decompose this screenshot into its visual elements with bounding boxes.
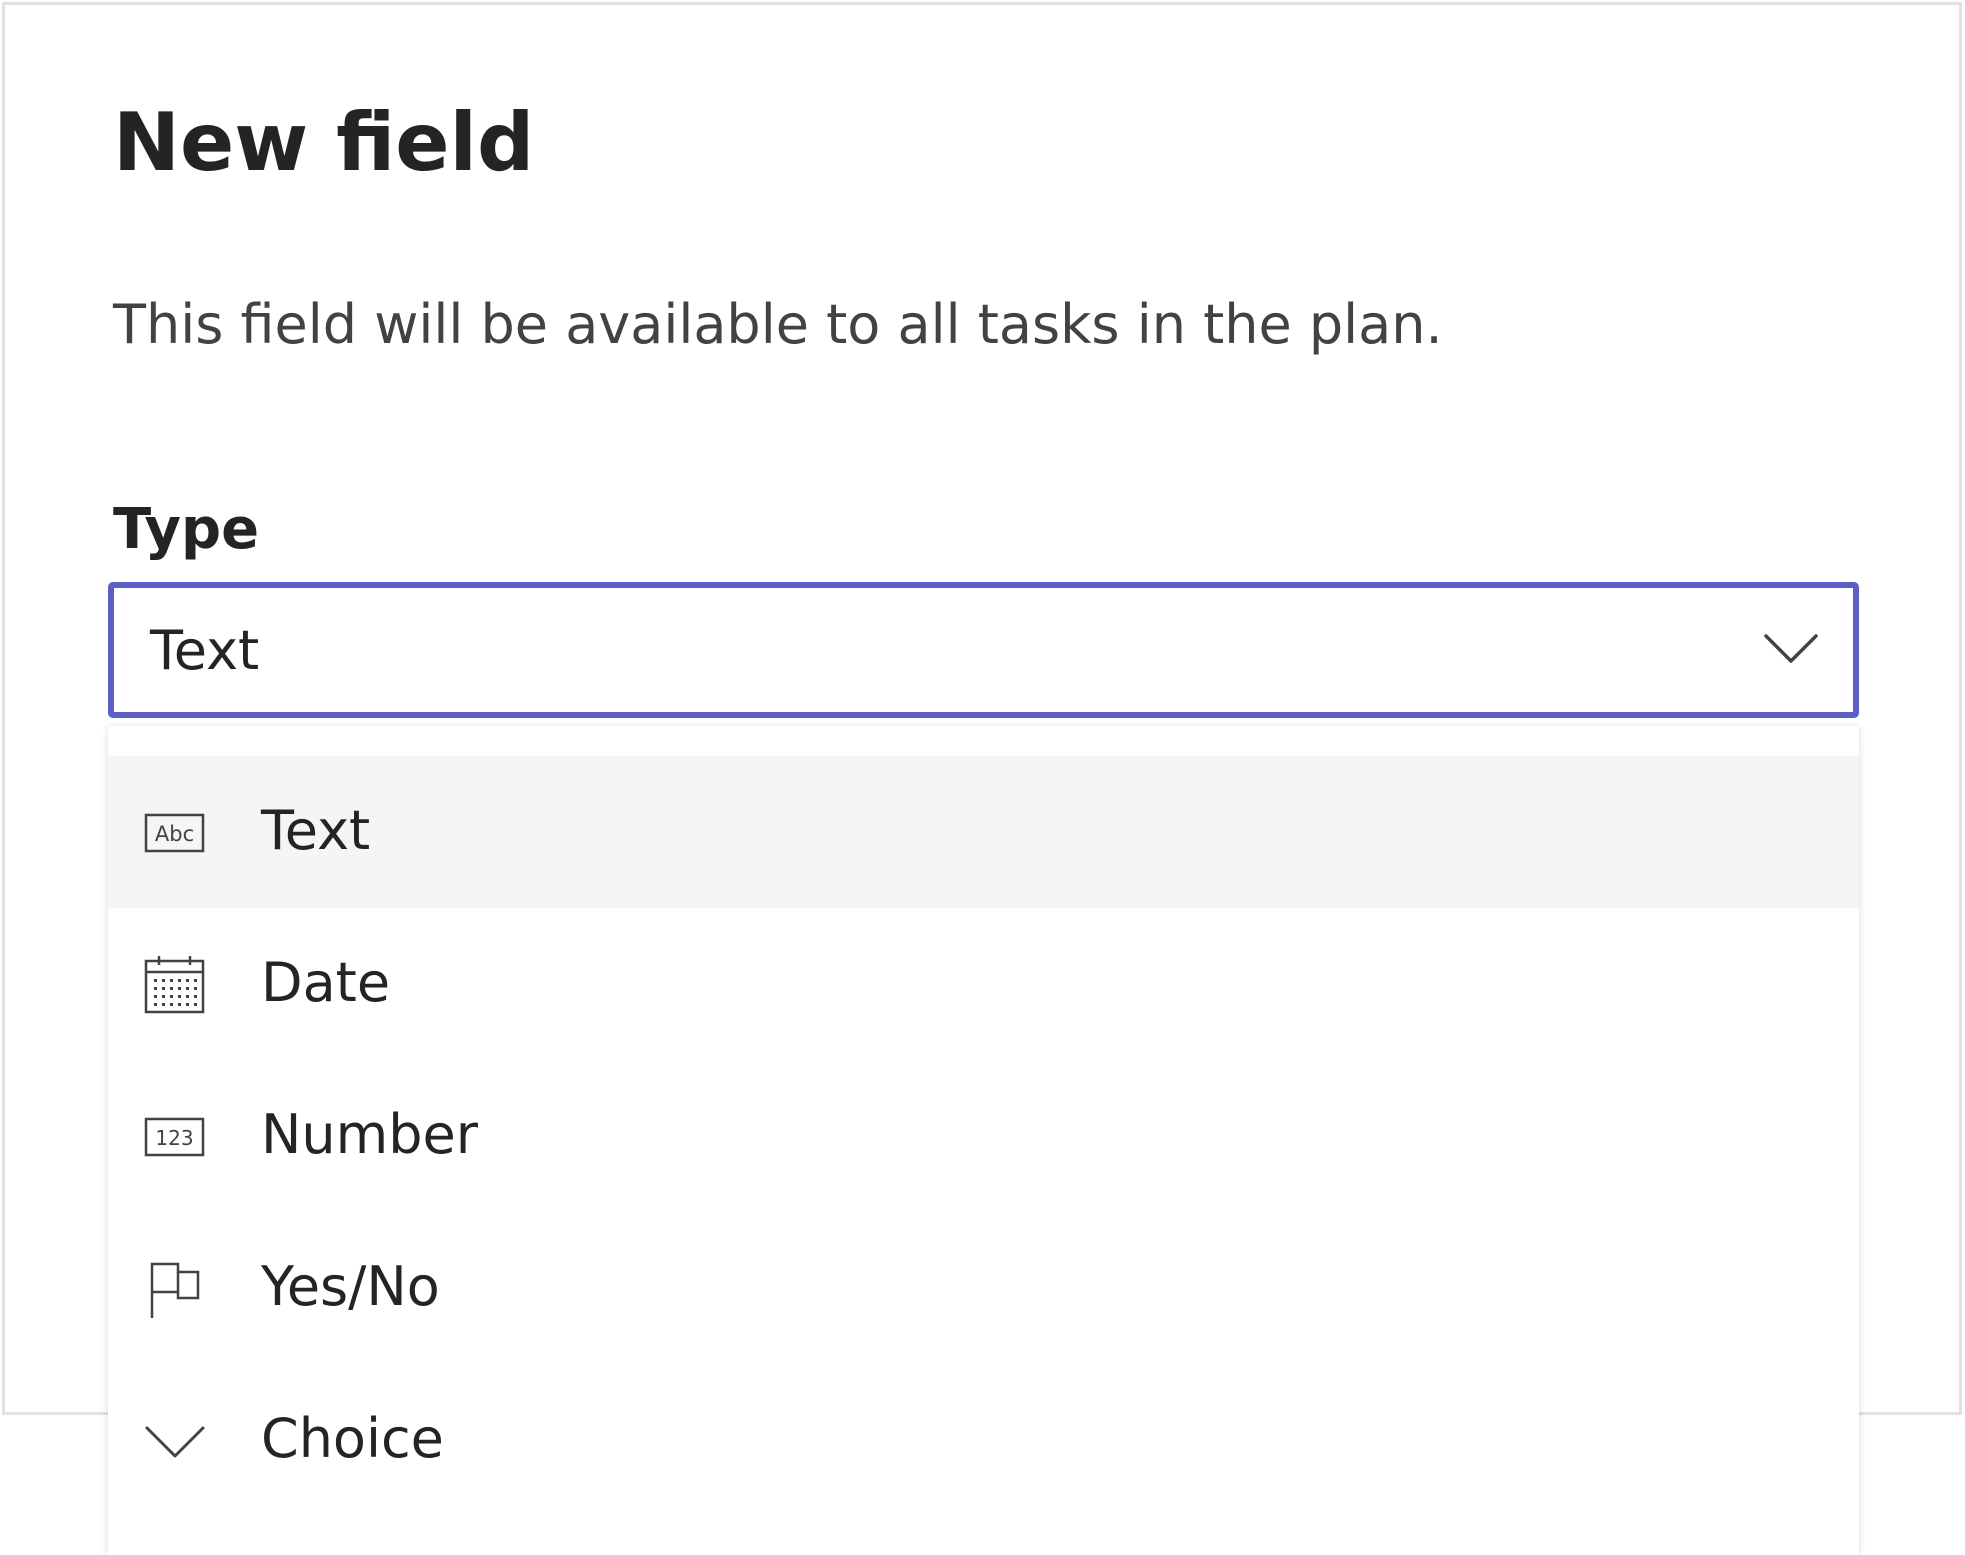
menu-item-label: Number [261,1103,478,1166]
number-icon: 123 [144,1117,205,1157]
menu-item-choice[interactable]: Choice [108,1364,1859,1516]
menu-item-label: Yes/No [261,1255,440,1318]
dialog-title: New field [113,96,535,189]
menu-item-date[interactable]: Date [108,908,1859,1060]
type-select[interactable]: Text [108,582,1859,718]
type-select-value: Text [150,619,260,682]
flag-icon [150,1262,200,1318]
type-label: Type [113,497,260,562]
menu-item-yes-no[interactable]: Yes/No [108,1212,1859,1364]
number-icon-text: 123 [155,1126,193,1150]
chevron-down-icon [145,1426,205,1458]
menu-item-number[interactable]: 123 Number [108,1060,1859,1212]
calendar-icon [144,956,205,1014]
menu-item-label: Choice [261,1407,444,1470]
menu-item-label: Text [261,799,371,862]
text-abc-icon: Abc [144,813,205,853]
chevron-down-icon [1764,634,1818,663]
dialog-description: This field will be available to all task… [113,293,1443,356]
menu-item-label: Date [261,951,391,1014]
menu-item-text[interactable]: Abc Text [108,756,1859,908]
type-dropdown-menu: Abc Text Date 123 Number Yes/No Choice [108,726,1859,1555]
text-abc-icon-text: Abc [155,822,194,846]
